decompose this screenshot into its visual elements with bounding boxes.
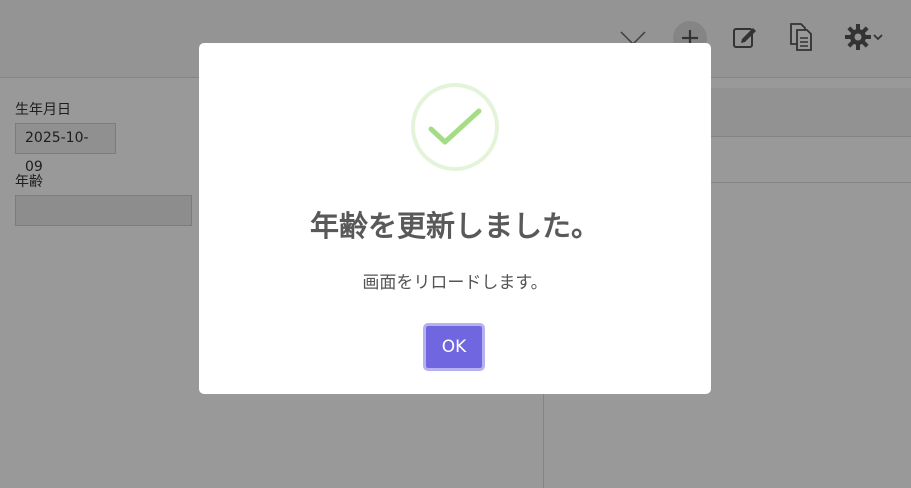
success-dialog: 年齢を更新しました。 画面をリロードします。 OK <box>199 43 711 394</box>
app-window: 生年月日 2025-10-09 年齢 年齢を更新しました。 画面をリロードします… <box>0 0 911 488</box>
ok-button[interactable]: OK <box>423 323 485 371</box>
success-icon-ring <box>411 83 499 171</box>
dialog-message: 画面をリロードします。 <box>362 273 548 293</box>
check-icon <box>428 108 482 145</box>
dialog-title: 年齢を更新しました。 <box>309 209 600 243</box>
